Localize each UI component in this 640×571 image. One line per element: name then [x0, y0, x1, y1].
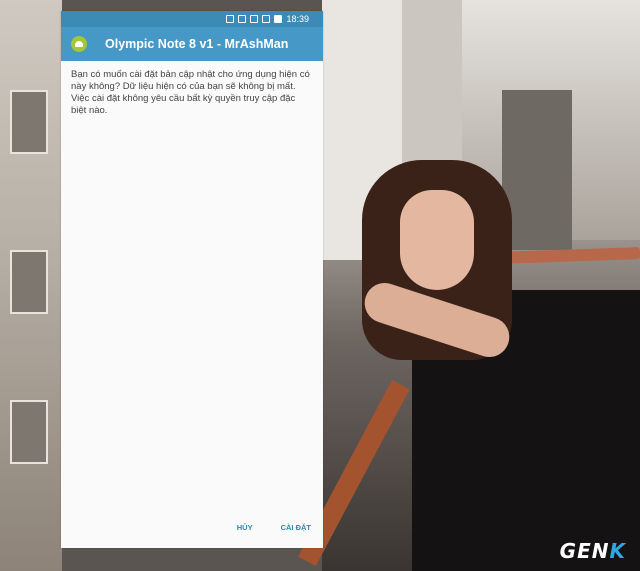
app-bar: Olympic Note 8 v1 - MrAshMan	[61, 27, 323, 61]
android-icon	[71, 36, 87, 52]
status-bar: 18:39	[61, 11, 323, 27]
window-decoration	[10, 250, 48, 314]
nfc-icon	[238, 15, 247, 23]
bluetooth-icon	[226, 15, 235, 23]
phone-screen: 18:39 Olympic Note 8 v1 - MrAshMan Bạn c…	[61, 11, 323, 548]
cancel-button[interactable]: HỦY	[237, 523, 253, 532]
person-face	[400, 190, 474, 290]
install-button[interactable]: CÀI ĐẶT	[281, 523, 311, 532]
window-decoration	[10, 400, 48, 464]
battery-icon	[274, 15, 283, 23]
sim-icon	[250, 15, 259, 23]
background-building-left	[0, 0, 62, 571]
genk-logo: GENK	[559, 539, 626, 563]
app-title: Olympic Note 8 v1 - MrAshMan	[105, 37, 289, 51]
window-decoration	[10, 90, 48, 154]
dialog-actions: HỦY CÀI ĐẶT	[237, 523, 311, 532]
status-time: 18:39	[286, 14, 309, 24]
background-scene-right	[298, 0, 640, 571]
background-street	[502, 90, 572, 250]
signal-icon	[262, 15, 271, 23]
install-message: Bạn có muốn cài đặt bản cập nhật cho ứng…	[71, 69, 310, 116]
